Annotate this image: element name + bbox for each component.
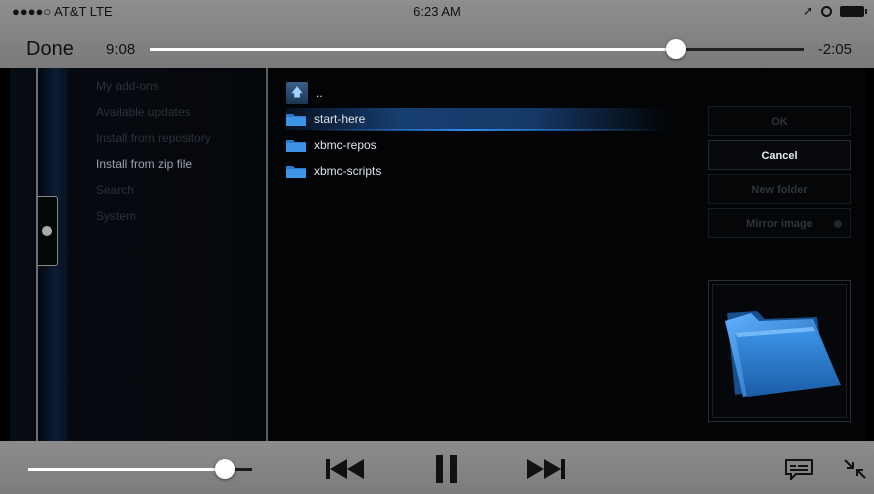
menu-item-system[interactable]: System (96, 208, 211, 234)
done-button[interactable]: Done (26, 38, 74, 61)
list-item-folder[interactable]: xbmc-scripts (286, 158, 666, 184)
menu-item-search[interactable]: Search (96, 182, 211, 208)
up-folder-icon: 🡅 (286, 82, 308, 104)
menu-item-my-addons[interactable]: My add-ons (96, 78, 211, 104)
location-arrow-icon: ➚ (802, 4, 813, 18)
toggle-radio-icon (834, 220, 842, 228)
elapsed-time: 9:08 (106, 41, 136, 58)
ios-status-bar: ●●●●○ AT&T LTE 6:23 AM ➚ (0, 0, 874, 22)
list-item-parent-dir[interactable]: 🡅 .. (286, 80, 666, 106)
scrubber-handle[interactable] (666, 39, 687, 59)
panel-divider (266, 68, 268, 441)
list-item-folder[interactable]: xbmc-repos (286, 132, 666, 158)
addon-menu: My add-ons Available updates Install fro… (96, 78, 211, 234)
fast-forward-icon[interactable] (527, 459, 569, 479)
folder-icon (286, 114, 306, 126)
file-browser-list: 🡅 .. start-here xbmc-repos xbmc-scripts (286, 80, 666, 184)
folder-icon (286, 140, 306, 152)
folder-icon (725, 311, 841, 397)
dialog-buttons: OK Cancel New folder Mirror image (708, 106, 851, 242)
playback-scrubber[interactable] (150, 39, 804, 59)
volume-fill (28, 468, 226, 471)
menu-item-install-from-zip[interactable]: Install from zip file (96, 156, 211, 182)
battery-icon (840, 5, 867, 17)
exit-fullscreen-icon[interactable] (843, 458, 867, 480)
menu-item-available-updates[interactable]: Available updates (96, 104, 211, 130)
volume-slider[interactable] (28, 459, 252, 479)
folder-preview (708, 280, 851, 422)
ok-button[interactable]: OK (708, 106, 851, 136)
mirror-image-toggle[interactable]: Mirror image (708, 208, 851, 238)
scrubber-progress-fill (150, 48, 677, 51)
video-player-top-bar: ●●●●○ AT&T LTE 6:23 AM ➚ Done 9:08 -2:05 (0, 0, 874, 68)
tab-dot-icon (42, 226, 52, 236)
status-clock: 6:23 AM (413, 4, 461, 19)
remaining-time: -2:05 (817, 41, 852, 58)
folder-icon (286, 166, 306, 178)
new-folder-button[interactable]: New folder (708, 174, 851, 204)
alarm-icon (821, 5, 832, 17)
cancel-button[interactable]: Cancel (708, 140, 851, 170)
volume-handle[interactable] (215, 459, 236, 479)
pause-icon[interactable] (436, 455, 458, 483)
subtitles-icon[interactable] (784, 458, 814, 480)
mirror-image-label: Mirror image (746, 218, 813, 230)
video-frame: My add-ons Available updates Install fro… (0, 68, 874, 441)
list-item-folder[interactable]: start-here (286, 106, 666, 132)
rewind-icon[interactable] (326, 459, 368, 479)
side-tab-handle[interactable] (38, 196, 58, 266)
video-player-controls (0, 441, 874, 494)
addon-side-panel: My add-ons Available updates Install fro… (10, 68, 268, 441)
menu-item-install-from-repository[interactable]: Install from repository (96, 130, 211, 156)
